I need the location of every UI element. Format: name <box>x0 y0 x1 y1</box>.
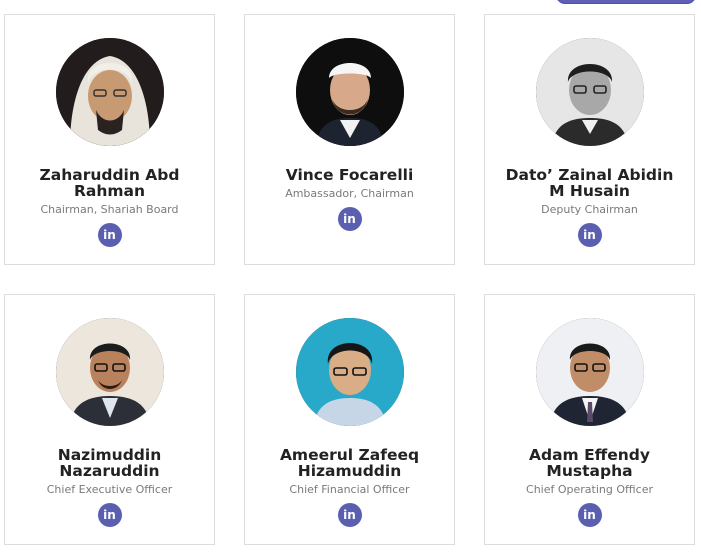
team-card: Dato’ Zainal Abidin M Husain Deputy Chai… <box>484 14 695 265</box>
member-name: Ameerul Zafeeq Hizamuddin <box>279 446 420 480</box>
member-name: Vince Focarelli <box>285 166 414 184</box>
member-role: Chief Executive Officer <box>46 483 173 496</box>
avatar <box>55 318 164 426</box>
member-name: Nazimuddin Nazaruddin <box>57 446 162 480</box>
linkedin-icon[interactable]: in <box>577 223 602 247</box>
member-role: Chief Financial Officer <box>289 483 410 496</box>
team-card: Nazimuddin Nazaruddin Chief Executive Of… <box>4 294 215 545</box>
linkedin-icon[interactable]: in <box>337 207 362 231</box>
linkedin-icon[interactable]: in <box>97 223 122 247</box>
avatar <box>535 38 644 146</box>
member-role: Deputy Chairman <box>541 203 638 216</box>
member-role: Chief Operating Officer <box>526 483 653 496</box>
avatar <box>535 318 644 426</box>
avatar <box>55 38 164 146</box>
member-name: Zaharuddin Abd Rahman <box>39 166 180 200</box>
team-section: Zaharuddin Abd Rahman Chairman, Shariah … <box>0 0 701 553</box>
member-role: Chairman, Shariah Board <box>40 203 179 216</box>
team-card: Vince Focarelli Ambassador, Chairman in <box>244 14 455 265</box>
linkedin-icon[interactable]: in <box>97 503 122 527</box>
linkedin-icon[interactable]: in <box>337 503 362 527</box>
member-name: Adam Effendy Mustapha <box>529 446 650 480</box>
member-role: Ambassador, Chairman <box>285 187 414 200</box>
member-name: Dato’ Zainal Abidin M Husain <box>505 166 674 200</box>
avatar <box>295 38 404 146</box>
team-card: Zaharuddin Abd Rahman Chairman, Shariah … <box>4 14 215 265</box>
team-card: Ameerul Zafeeq Hizamuddin Chief Financia… <box>244 294 455 545</box>
avatar <box>295 318 404 426</box>
team-card: Adam Effendy Mustapha Chief Operating Of… <box>484 294 695 545</box>
linkedin-icon[interactable]: in <box>577 503 602 527</box>
partial-button[interactable] <box>556 0 696 4</box>
